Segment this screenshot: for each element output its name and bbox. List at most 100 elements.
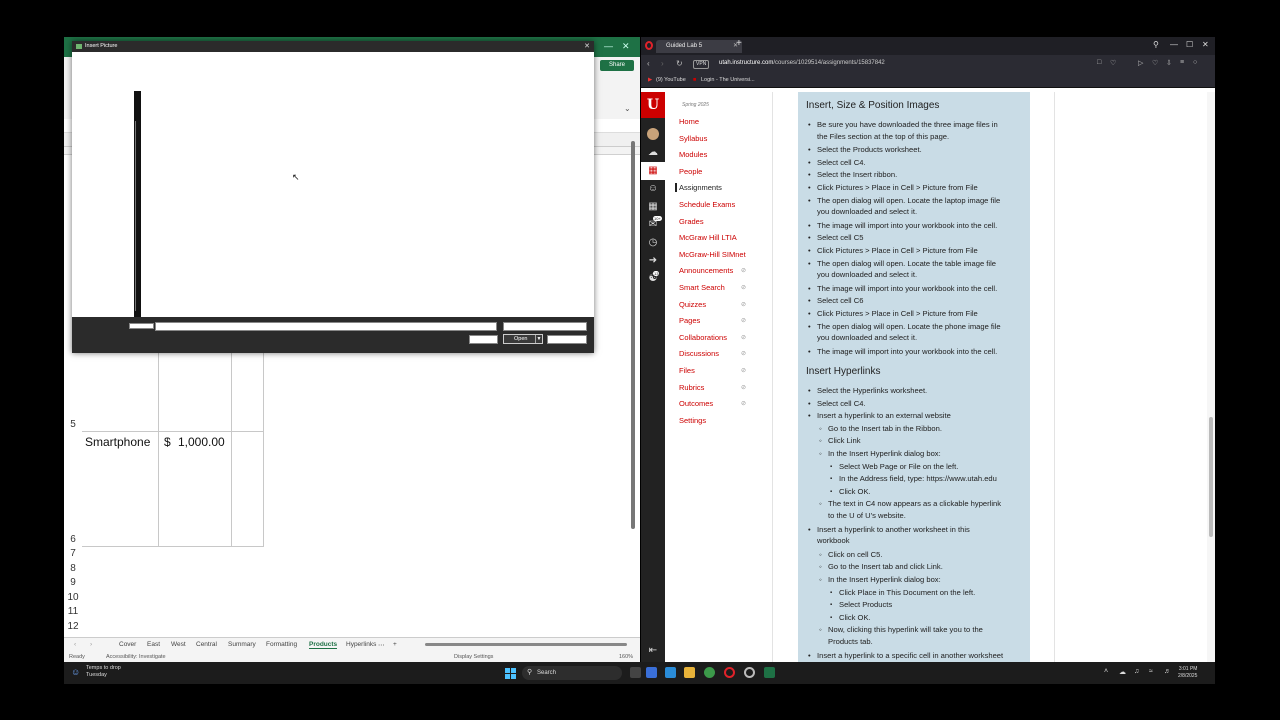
start-button[interactable] [505, 668, 516, 679]
taskbar-clock[interactable]: 3:01 PM 2/8/2025 [1178, 666, 1197, 680]
add-sheet-icon[interactable]: + [393, 641, 397, 648]
studio-icon[interactable]: ➜ [647, 255, 659, 267]
course-nav-grades[interactable]: Grades [679, 217, 704, 226]
chrome-icon[interactable] [704, 667, 715, 678]
row-header[interactable]: 8 [64, 563, 82, 574]
maximize-icon[interactable]: ☐ [1186, 40, 1193, 49]
sheet-tab[interactable]: Central [196, 641, 217, 648]
browser-tab[interactable]: Guided Lab 5 ✕ [656, 40, 742, 53]
close-icon[interactable]: ✕ [622, 41, 630, 52]
cell-b6[interactable]: Smartphone [85, 435, 150, 449]
course-nav-outcomes[interactable]: Outcomes [679, 399, 713, 408]
row-header[interactable]: 7 [64, 548, 82, 559]
scroll-left-icon[interactable]: ‹ [74, 641, 76, 648]
reload-icon[interactable]: ↻ [676, 59, 683, 68]
excel-icon[interactable] [764, 667, 775, 678]
course-nav-pages[interactable]: Pages [679, 316, 700, 325]
course-nav-announcements[interactable]: Announcements [679, 266, 733, 275]
sheet-tab[interactable]: West [171, 641, 186, 648]
file-explorer-icon[interactable] [684, 667, 695, 678]
screenshot-icon[interactable]: □ [1097, 59, 1101, 66]
volume-icon[interactable]: ♬ [1164, 668, 1171, 675]
history-icon[interactable]: ◷ [647, 237, 659, 249]
new-tab-icon[interactable]: + [736, 38, 742, 49]
copilot-icon[interactable] [665, 667, 676, 678]
back-icon[interactable]: ‹ [647, 59, 650, 68]
profile-icon[interactable]: ○ [1193, 59, 1197, 66]
sheet-tab[interactable]: Cover [119, 641, 136, 648]
course-nav-mcgraw-hill-simnet[interactable]: McGraw-Hill SIMnet [679, 250, 746, 259]
onedrive-icon[interactable]: ☁ [1119, 668, 1126, 676]
sheet-tab[interactable]: East [147, 641, 160, 648]
bookmark-page-icon[interactable]: ♡ [1110, 59, 1116, 67]
microphone-icon[interactable]: ♫ [1134, 668, 1139, 675]
course-nav-settings[interactable]: Settings [679, 416, 706, 425]
download-icon[interactable]: ⇩ [1166, 59, 1172, 67]
menu-icon[interactable]: ≡ [1180, 59, 1184, 66]
row-header[interactable]: 10 [64, 592, 82, 603]
close-icon[interactable]: ✕ [584, 41, 590, 52]
vertical-scrollbar[interactable] [630, 141, 636, 531]
weather-widget[interactable]: Temps to drop Tuesday [86, 665, 121, 679]
minimize-icon[interactable]: — [604, 41, 613, 51]
course-nav-syllabus[interactable]: Syllabus [679, 134, 707, 143]
course-nav-modules[interactable]: Modules [679, 150, 707, 159]
course-nav-discussions[interactable]: Discussions [679, 349, 719, 358]
sheet-tab[interactable]: Hyperlinks [346, 641, 376, 648]
calendar-icon[interactable]: ▦ [647, 201, 659, 213]
groups-icon[interactable]: ☺ [647, 183, 659, 195]
opera-logo-icon[interactable] [645, 41, 653, 50]
task-view-icon[interactable] [630, 667, 641, 678]
minimize-icon[interactable]: — [1170, 40, 1178, 49]
outlook-icon[interactable] [646, 667, 657, 678]
bookmark-login[interactable]: Login - The Universi... [701, 77, 755, 83]
search-icon[interactable]: ⚲ [1153, 40, 1159, 49]
file-type-select[interactable] [503, 322, 587, 331]
row-header[interactable]: 11 [64, 606, 82, 617]
browser-scrollbar[interactable] [1207, 92, 1215, 662]
more-sheets-icon[interactable]: ⋯ [378, 641, 385, 649]
bookmark-youtube[interactable]: (9) YouTube [656, 77, 686, 83]
cell-c6-currency[interactable]: $ [164, 435, 171, 449]
cell-c6-amount[interactable]: 1,000.00 [178, 435, 225, 449]
sheet-tab-active[interactable]: Products [309, 641, 338, 649]
close-icon[interactable]: ✕ [1202, 40, 1209, 49]
open-button[interactable]: Open ▼ [503, 334, 543, 344]
chevron-down-icon[interactable]: ⌄ [624, 104, 631, 113]
sheet-tab[interactable]: Summary [228, 641, 256, 648]
accessibility-status[interactable]: Accessibility: Investigate [106, 654, 166, 660]
row-header[interactable]: 5 [64, 419, 82, 430]
cancel-button[interactable] [547, 335, 587, 344]
vpn-badge[interactable]: VPN [693, 60, 710, 69]
course-nav-collaborations[interactable]: Collaborations [679, 333, 727, 342]
forward-icon[interactable]: › [661, 59, 664, 68]
collapse-nav-icon[interactable]: ⇤ [647, 645, 659, 657]
show-hidden-icon[interactable]: ˄ [1104, 668, 1108, 675]
course-nav-people[interactable]: People [679, 167, 702, 176]
sheet-tab[interactable]: Formatting [266, 641, 297, 648]
navigation-pane[interactable] [134, 91, 141, 318]
tools-button[interactable] [469, 335, 498, 344]
horizontal-scrollbar[interactable] [425, 643, 627, 646]
course-nav-files[interactable]: Files [679, 366, 695, 375]
course-nav-home[interactable]: Home [679, 117, 699, 126]
university-logo-icon[interactable]: U [641, 92, 665, 118]
course-nav-rubrics[interactable]: Rubrics [679, 383, 704, 392]
account-avatar-icon[interactable] [647, 128, 659, 140]
course-nav-assignments[interactable]: Assignments [675, 183, 722, 193]
wifi-icon[interactable]: ≈ [1149, 668, 1153, 675]
chevron-down-icon[interactable]: ▼ [535, 335, 542, 343]
display-settings[interactable]: Display Settings [454, 654, 493, 660]
row-header[interactable]: 12 [64, 621, 82, 632]
file-name-input[interactable] [155, 322, 497, 331]
settings-icon[interactable] [744, 667, 755, 678]
course-nav-smart-search[interactable]: Smart Search [679, 283, 725, 292]
admin-icon[interactable]: ☁ [647, 147, 659, 159]
taskbar-search[interactable]: ⚲ Search [522, 666, 622, 680]
zoom-level[interactable]: 160% [619, 654, 633, 660]
heart-icon[interactable]: ♡ [1152, 59, 1158, 67]
course-nav-quizzes[interactable]: Quizzes [679, 300, 706, 309]
scroll-right-icon[interactable]: › [90, 641, 92, 648]
courses-icon[interactable]: ▦ [647, 165, 659, 177]
url-field[interactable]: utah.instructure.com/courses/1029514/ass… [719, 60, 885, 66]
